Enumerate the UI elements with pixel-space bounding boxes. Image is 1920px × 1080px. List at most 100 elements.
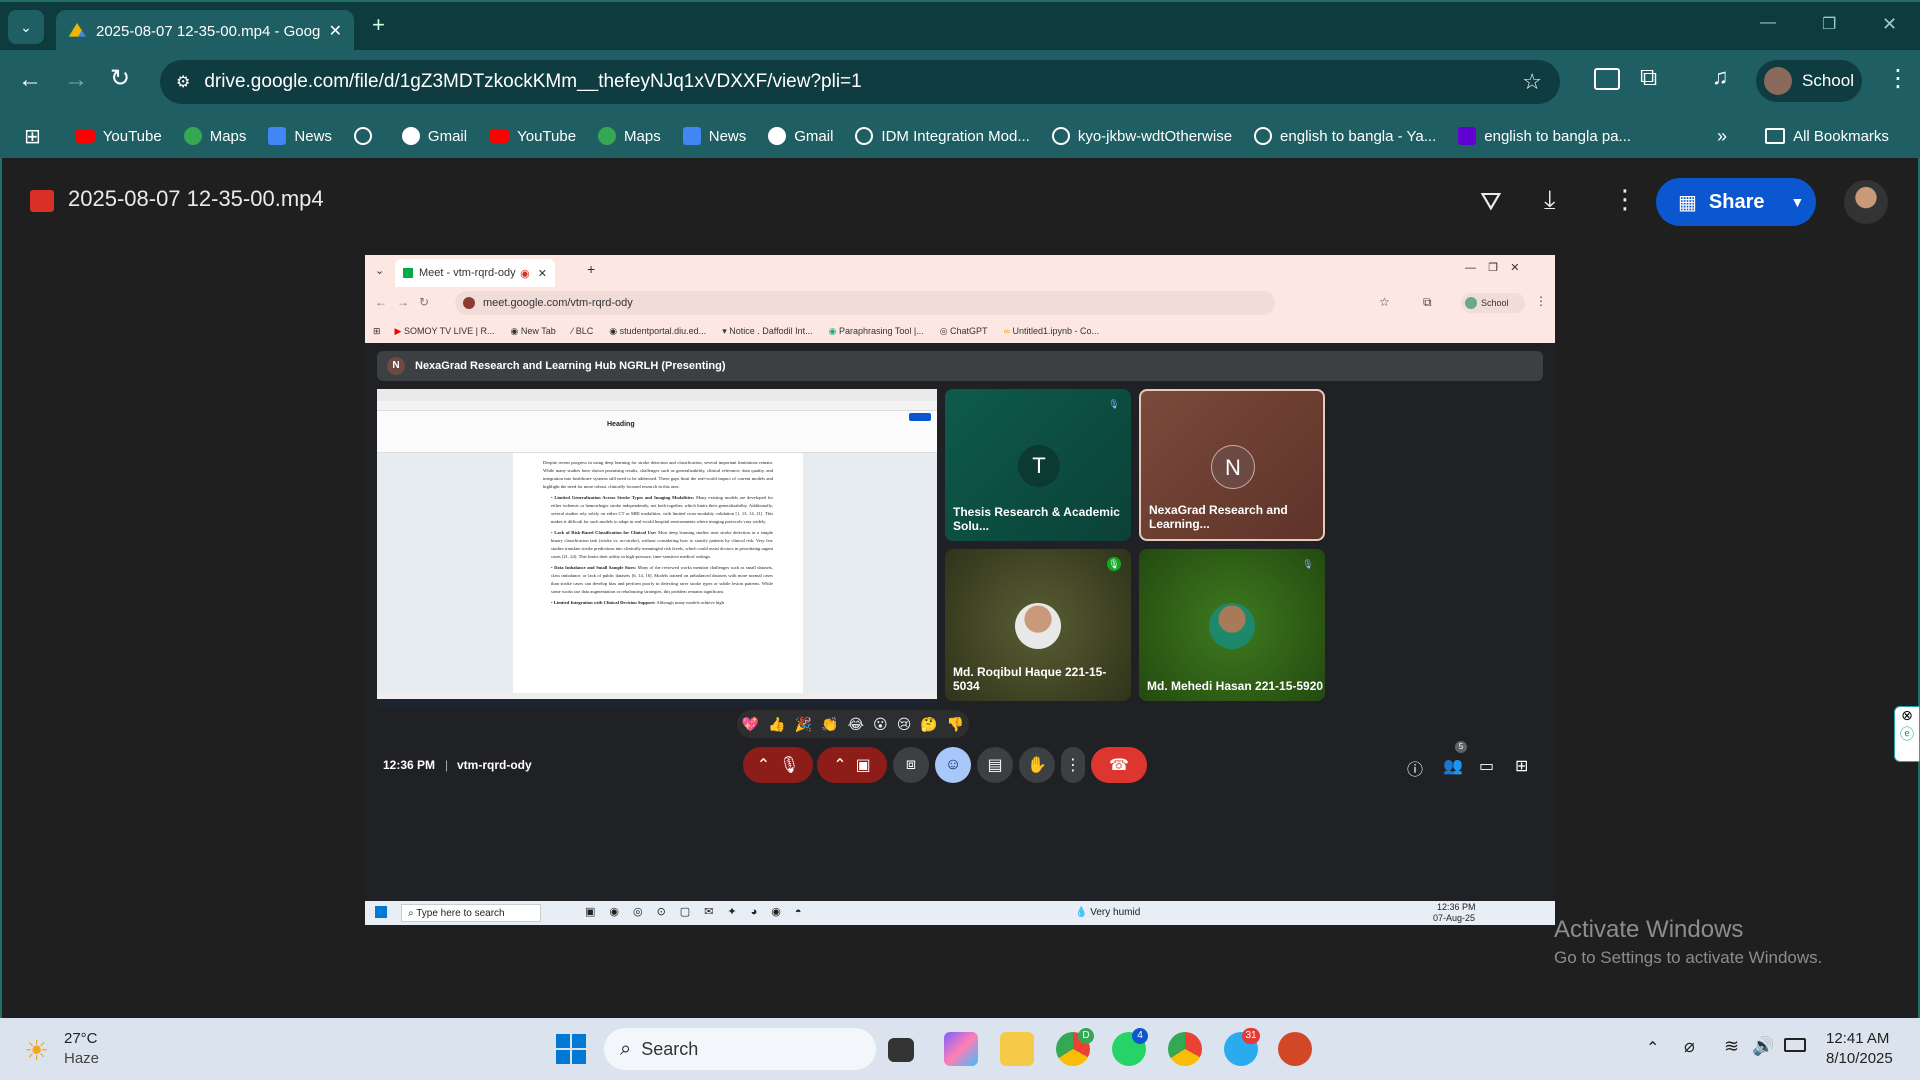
file-explorer-icon[interactable] — [1000, 1032, 1034, 1066]
mic-toggle[interactable]: ⌃ 🎙 — [743, 747, 813, 783]
show-hidden-icons[interactable]: ⌃ — [1646, 1038, 1659, 1058]
extensions-icon[interactable]: ⧉ — [1640, 64, 1657, 92]
bookmark-news-2[interactable]: News — [682, 127, 746, 145]
doc-bullet: • Limited Integration with Clinical Deci… — [551, 600, 724, 605]
media-control-icon[interactable]: ♫ — [1712, 64, 1729, 90]
network-off-icon[interactable]: ⌀ — [1684, 1036, 1695, 1057]
add-to-drive-icon[interactable]: ⛛ — [1480, 186, 1502, 218]
reaction-thumbs-down[interactable]: 👎 — [947, 716, 964, 733]
activities-icon[interactable]: ⊞ — [1515, 756, 1528, 776]
reaction-heart[interactable]: 💖 — [742, 716, 759, 733]
minimize-icon[interactable]: — — [1760, 14, 1776, 32]
bookmark-news[interactable]: News — [268, 127, 332, 145]
bookmark-gmail[interactable]: Gmail — [401, 127, 467, 145]
reaction-thinking[interactable]: 🤔 — [920, 716, 937, 733]
profile-button[interactable]: School — [1756, 60, 1862, 102]
doc-bullet: • Data Imbalance and Small Sample Sizes:… — [551, 565, 773, 594]
participant-tile[interactable]: 🎙 T Thesis Research & Academic Solu... — [945, 389, 1131, 541]
bookmark-idm[interactable]: IDM Integration Mod... — [855, 127, 1030, 145]
inner-search-box: ⌕ Type here to search — [401, 904, 541, 922]
camera-toggle[interactable]: ⌃ ▣ — [817, 747, 887, 783]
active-tab[interactable]: 2025-08-07 12-35-00.mp4 - Goog ✕ — [56, 10, 354, 52]
new-tab-icon[interactable]: + — [372, 12, 385, 38]
bookmark-maps-2[interactable]: Maps — [598, 127, 661, 145]
reaction-thumbs-up[interactable]: 👍 — [768, 716, 785, 733]
bookmark-translate-1[interactable]: english to bangla - Ya... — [1254, 127, 1436, 145]
close-widget-icon[interactable]: ⊗ — [1895, 707, 1919, 724]
bookmark-translate-2[interactable]: english to bangla pa... — [1458, 127, 1631, 145]
globe-icon — [353, 127, 372, 145]
clock-date[interactable]: 8/10/2025 — [1826, 1050, 1893, 1067]
presenter-avatar: N — [387, 357, 405, 375]
bookmark-youtube-2[interactable]: YouTube — [489, 128, 576, 145]
side-floating-widget[interactable]: ⊗ ⓔ — [1894, 706, 1920, 762]
people-count-badge: 5 — [1455, 741, 1467, 753]
people-icon[interactable]: 👥 — [1443, 756, 1463, 776]
inner-bm-6: ◎ ChatGPT — [939, 325, 988, 336]
forward-icon[interactable]: → — [64, 66, 88, 94]
all-bookmarks[interactable]: All Bookmarks — [1765, 128, 1889, 145]
task-view-icon[interactable] — [888, 1038, 914, 1062]
bookmark-star-icon[interactable]: ☆ — [1522, 69, 1542, 95]
bookmark-meet-link[interactable]: kyo-jkbw-wdtOtherwise — [1051, 127, 1232, 145]
battery-icon[interactable] — [1784, 1038, 1806, 1052]
clock-time[interactable]: 12:41 AM — [1826, 1030, 1889, 1047]
reaction-clap[interactable]: 👏 — [821, 716, 838, 733]
doc-paragraph: Despite recent progress in using deep le… — [543, 460, 773, 489]
share-button[interactable]: ▦ Share ▼ — [1656, 178, 1816, 226]
share-dropdown-icon[interactable]: ▼ — [1791, 194, 1805, 210]
address-bar[interactable]: ⚙ drive.google.com/file/d/1gZ3MDTzkockKM… — [160, 60, 1560, 104]
presenting-bar: N NexaGrad Research and Learning Hub NGR… — [377, 351, 1543, 381]
reaction-surprised[interactable]: 😮 — [873, 716, 888, 733]
inner-tab-strip: ⌄ Meet - vtm-rqrd-ody ◉ ✕ + — ❐ ✕ — [365, 255, 1555, 287]
present-button[interactable]: ⧈ — [893, 747, 929, 783]
participant-tile[interactable]: N NexaGrad Research and Learning... — [1139, 389, 1325, 541]
bookmark-maps[interactable]: Maps — [183, 127, 246, 145]
reaction-sad[interactable]: 😢 — [897, 716, 912, 733]
restore-icon[interactable]: ❐ — [1822, 14, 1836, 34]
site-info-icon[interactable]: ⚙ — [176, 72, 190, 92]
reaction-laugh[interactable]: 😂 — [848, 716, 864, 733]
bookmark-youtube[interactable]: YouTube — [74, 128, 162, 145]
shared-taskbar — [377, 699, 937, 707]
volume-icon[interactable]: 🔊 — [1752, 1036, 1774, 1057]
more-bookmarks-icon[interactable]: » — [1717, 126, 1727, 147]
raise-hand-button[interactable]: ✋ — [1019, 747, 1055, 783]
bookmark-gmail-2[interactable]: Gmail — [768, 127, 833, 145]
info-icon[interactable]: ⓘ — [1407, 756, 1423, 780]
participant-tile[interactable]: 🎙 Md. Roqibul Haque 221-15-5034 — [945, 549, 1131, 701]
url-text[interactable]: drive.google.com/file/d/1gZ3MDTzkockKMm_… — [204, 71, 1522, 93]
taskbar-search[interactable]: ⌕ Search — [604, 1028, 876, 1070]
captions-button[interactable]: ▤ — [977, 747, 1013, 783]
inner-tab-search-icon: ⌄ — [375, 265, 385, 277]
powerpoint-icon[interactable] — [1278, 1032, 1312, 1066]
participant-tile[interactable]: 🎙 Md. Mehedi Hasan 221-15-5920 — [1139, 549, 1325, 701]
reload-icon[interactable]: ↻ — [110, 64, 130, 93]
inner-bm-0: ▶ SOMOY TV LIVE | R... — [394, 325, 495, 336]
apps-icon[interactable]: ⊞ — [24, 124, 41, 149]
copilot-icon[interactable] — [944, 1032, 978, 1066]
start-icon[interactable] — [556, 1034, 586, 1064]
emoji-button[interactable]: ☺ — [935, 747, 971, 783]
more-options-button[interactable]: ⋮ — [1061, 747, 1085, 783]
video-player[interactable]: ⌄ Meet - vtm-rqrd-ody ◉ ✕ + — ❐ ✕ ← → ↻ … — [365, 255, 1555, 925]
chrome-icon[interactable] — [1168, 1032, 1202, 1066]
tab-search-button[interactable]: ⌄ — [8, 10, 44, 44]
reaction-party[interactable]: 🎉 — [795, 716, 812, 733]
back-icon[interactable]: ← — [18, 66, 42, 94]
account-avatar[interactable] — [1844, 180, 1888, 224]
chrome-menu-icon[interactable]: ⋮ — [1886, 64, 1910, 93]
leave-call-button[interactable]: ☎ — [1091, 747, 1147, 783]
weather-icon[interactable]: ☀ — [24, 1034, 49, 1067]
download-icon[interactable]: ⤓ — [1544, 184, 1556, 216]
edge-widget-icon[interactable]: ⓔ — [1895, 724, 1919, 744]
close-window-icon[interactable]: ✕ — [1882, 14, 1897, 35]
participant-name: Md. Mehedi Hasan 221-15-5920 — [1147, 679, 1324, 693]
cast-icon[interactable] — [1594, 68, 1620, 90]
chat-icon[interactable]: ▭ — [1479, 756, 1494, 776]
more-actions-icon[interactable]: ⋮ — [1612, 184, 1638, 215]
wifi-icon[interactable]: ≋ — [1724, 1036, 1739, 1057]
close-tab-icon[interactable]: ✕ — [329, 21, 342, 41]
inner-clock-date: 07-Aug-25 — [1433, 913, 1476, 923]
bookmark-globe[interactable] — [353, 127, 380, 145]
